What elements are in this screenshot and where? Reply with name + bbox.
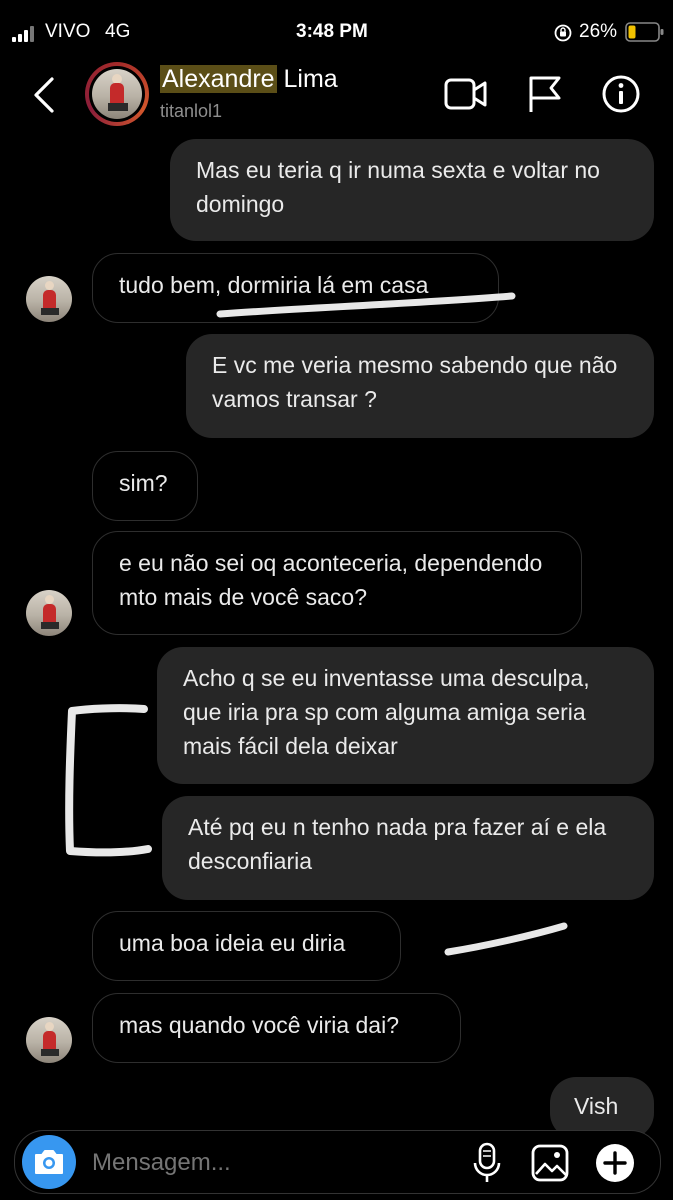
message-text: Acho q se eu inventasse uma desculpa, qu… [183,665,590,759]
message-text: mas quando você viria dai? [119,1012,399,1038]
message-bubble[interactable]: e eu não sei oq aconteceria, dependendo … [92,531,582,635]
flag-icon [529,76,561,112]
sender-avatar[interactable] [26,276,72,322]
clock: 3:48 PM [296,21,368,42]
message-text: uma boa ideia eu diria [119,930,346,956]
add-button[interactable] [594,1142,636,1189]
add-icon [596,1144,634,1182]
message-text: sim? [119,470,168,496]
voice-message-button[interactable] [472,1141,502,1190]
camera-button[interactable] [22,1135,76,1189]
sender-avatar[interactable] [26,590,72,636]
gallery-button[interactable] [530,1143,570,1188]
rotation-lock-icon [553,23,573,48]
report-button[interactable] [527,74,563,119]
network-label: 4G [105,21,131,42]
message-text: Até pq eu n tenho nada pra fazer aí e el… [188,814,607,874]
message-input[interactable] [90,1142,454,1184]
gallery-icon [531,1144,569,1182]
microphone-icon [473,1142,501,1182]
contact-avatar[interactable] [85,62,149,126]
info-icon [602,75,640,113]
message-text: Vish [574,1093,619,1119]
contact-username: titanlol1 [160,101,223,121]
battery-percent: 26% [579,21,618,42]
carrier-label: VIVO [45,21,91,42]
message-bubble[interactable]: Acho q se eu inventasse uma desculpa, qu… [157,647,654,784]
contact-name-rest: Lima [276,65,338,93]
signal-strength-icon [12,26,40,42]
message-bubble[interactable]: mas quando você viria dai? [92,993,461,1063]
bracket-annotation [65,704,152,857]
contact-name[interactable]: Alexandre Lima [160,65,338,94]
message-bubble[interactable]: Até pq eu n tenho nada pra fazer aí e el… [162,796,654,900]
contact-name-highlighted: Alexandre [160,65,277,93]
video-call-button[interactable] [444,76,488,117]
video-call-icon [444,78,487,110]
underline-annotation [444,922,568,956]
message-bubble[interactable]: Mas eu teria q ir numa sexta e voltar no… [170,139,654,241]
info-button[interactable] [601,74,641,119]
back-button[interactable] [32,76,56,119]
sender-avatar[interactable] [26,1017,72,1063]
message-bubble[interactable]: E vc me veria mesmo sabendo que não vamo… [186,334,654,438]
back-chevron-icon [34,77,54,113]
message-text: E vc me veria mesmo sabendo que não vamo… [212,352,618,412]
camera-icon [35,1150,63,1174]
message-text: e eu não sei oq aconteceria, dependendo … [119,550,543,610]
message-bubble[interactable]: sim? [92,451,198,521]
message-bubble[interactable]: uma boa ideia eu diria [92,911,401,981]
underline-annotation [216,292,516,318]
battery-icon [625,22,665,47]
message-text: Mas eu teria q ir numa sexta e voltar no… [196,157,600,217]
